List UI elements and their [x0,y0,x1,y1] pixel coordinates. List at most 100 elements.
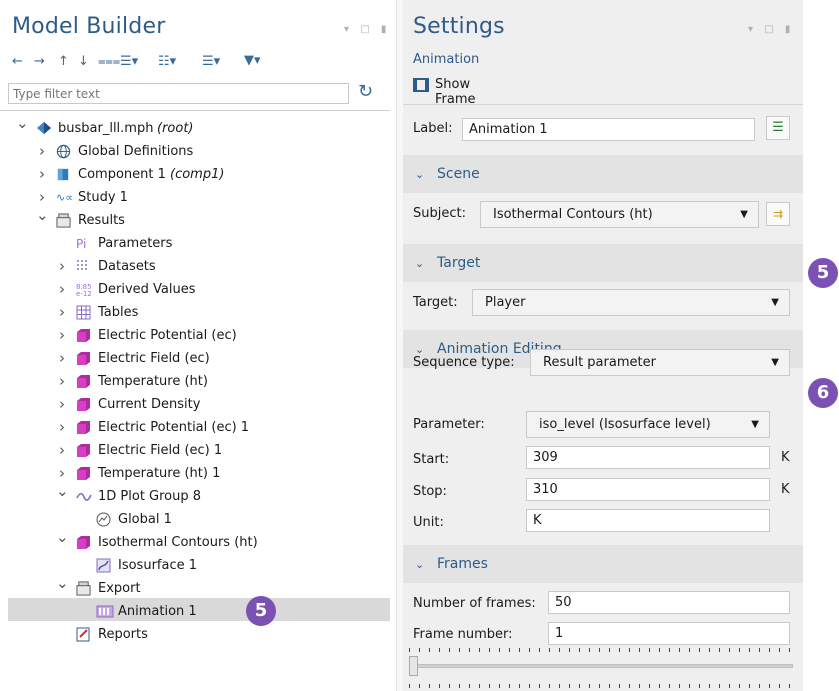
frame-slider[interactable] [409,644,793,690]
chevron-right-icon[interactable]: › [36,140,48,163]
tree-item[interactable]: › 8.85 e-12 Derived Values [0,278,390,301]
scene-header-label: Scene [437,166,480,182]
sort-icon[interactable]: ☷▾ [158,54,176,69]
expand-icon[interactable]: ☰▾ [202,54,220,69]
chevron-down-icon[interactable]: ⌄ [56,480,69,503]
sequence-type-select[interactable]: Result parameter ▼ [530,349,790,376]
parameter-select[interactable]: iso_level (Isosurface level) ▼ [526,411,770,438]
tree-item[interactable]: › Electric Potential (ec) [0,324,390,347]
derived-values-icon: 8.85 e-12 [76,282,92,298]
tree-item-label: Global Definitions [78,144,194,159]
tree-item-label: Current Density [98,397,201,412]
animation-icon [96,604,114,619]
chevron-right-icon[interactable]: › [56,278,68,301]
tree-item-label: Temperature (ht) [98,374,208,389]
tree-item[interactable]: Reports [0,623,390,646]
slider-track [409,664,793,668]
chevron-right-icon[interactable]: › [56,439,68,462]
tree-item[interactable]: › Tables [0,301,390,324]
tree-item[interactable]: Pi Parameters [0,232,390,255]
chevron-right-icon[interactable]: › [56,370,68,393]
tree-item-label: Derived Values [98,282,196,297]
tree-item-label: 1D Plot Group 8 [98,489,202,504]
svg-text:Pi: Pi [76,237,86,251]
table-icon [76,305,91,320]
start-caption: Start: [413,452,450,467]
results-icon [56,213,71,228]
slider-thumb[interactable] [409,656,418,676]
plot-group-3d-icon [76,420,91,435]
chevron-right-icon[interactable]: › [56,347,68,370]
arrow-up-icon[interactable]: ↑ [58,54,69,69]
plot-group-3d-icon [76,351,91,366]
comsol-model-icon [36,121,51,136]
arrow-down-icon[interactable]: ↓ [78,54,89,69]
parameter-callout-badge: 6 [808,378,838,408]
chevron-down-icon[interactable]: ⌄ [56,526,69,549]
settings-window-controls[interactable]: ▾ □ ▮ [748,24,794,35]
tree-item[interactable]: › Temperature (ht) [0,370,390,393]
component-icon [56,167,71,182]
tree-item-label: Study 1 [78,190,128,205]
export-icon [76,581,91,596]
stop-field[interactable]: 310 [526,478,770,501]
chevron-right-icon[interactable]: › [56,301,68,324]
globe-icon [56,144,71,159]
tree-item-label: Tables [98,305,139,320]
chevron-right-icon[interactable]: › [56,255,68,278]
label-field[interactable]: Animation 1 [462,118,755,141]
tree-item[interactable]: › Current Density [0,393,390,416]
chevron-right-icon[interactable]: › [56,324,68,347]
chevron-right-icon[interactable]: › [56,416,68,439]
chevron-down-icon[interactable]: ⌄ [36,204,49,227]
target-section-header[interactable]: ⌄ Target [403,244,803,282]
stop-caption: Stop: [413,484,447,499]
refresh-icon[interactable]: ↻ [358,81,373,102]
tree-item[interactable]: › Electric Field (ec) [0,347,390,370]
chevron-right-icon[interactable]: › [36,163,48,186]
show-more-options-icon[interactable]: ☰▾ [120,54,138,69]
datasets-icon [76,259,91,274]
target-select[interactable]: Player ▼ [472,289,790,316]
unit-field[interactable]: K [526,509,770,532]
tree-item[interactable]: › Global Definitions [0,140,390,163]
chevron-down-icon[interactable]: ⌄ [56,572,69,595]
window-controls[interactable]: ▾ □ ▮ [344,24,390,35]
tree-item[interactable]: › Electric Field (ec) 1 [0,439,390,462]
add-node-icon[interactable]: ▼▾ [244,53,261,68]
chevron-down-icon[interactable]: ⌄ [16,112,29,135]
collapse-all-icon[interactable]: ⩶ [98,54,120,69]
chevron-right-icon[interactable]: › [56,393,68,416]
global-plot-icon [96,512,111,527]
tree-item[interactable]: ⌄ busbar_lll.mph (root) [0,114,390,140]
start-field[interactable]: 309 [526,446,770,469]
tree-item[interactable]: ⌄ 1D Plot Group 8 [0,482,390,508]
tree-item[interactable]: ⌄ Results [0,206,390,232]
tree-item[interactable]: Animation 1 [0,600,390,623]
filter-input[interactable] [8,83,349,104]
frame-number-field[interactable]: 1 [548,622,790,645]
chevron-down-icon: ▼ [771,297,779,308]
tree-item[interactable]: › Datasets [0,255,390,278]
tree-item[interactable]: › Electric Potential (ec) 1 [0,416,390,439]
number-of-frames-field[interactable]: 50 [548,591,790,614]
settings-title: Settings [413,14,505,39]
tree-item[interactable]: › Component 1 (comp1) [0,163,390,186]
frame-number-caption: Frame number: [413,627,513,642]
scene-section-header[interactable]: ⌄ Scene [403,155,803,193]
tree-item[interactable]: ⌄ Export [0,574,390,600]
go-to-source-icon[interactable]: ⇉ [766,202,790,226]
svg-text:∿∞: ∿∞ [56,191,72,204]
frames-section-header[interactable]: ⌄ Frames [403,545,803,583]
tree-item[interactable]: › ∿∞ Study 1 [0,186,390,209]
tree-item[interactable]: ⌄ Isothermal Contours (ht) [0,528,390,554]
arrow-right-icon[interactable]: → [34,54,45,69]
plot-group-3d-icon [76,374,91,389]
arrow-left-icon[interactable]: ← [12,54,23,69]
comments-icon[interactable]: ☰ [766,116,790,140]
pane-splitter[interactable] [396,0,403,691]
section-collapse-icon: ⌄ [415,257,425,270]
tree-item-label: Reports [98,627,148,642]
tree-item-label: Global 1 [118,512,172,527]
subject-select[interactable]: Isothermal Contours (ht) ▼ [480,201,759,228]
